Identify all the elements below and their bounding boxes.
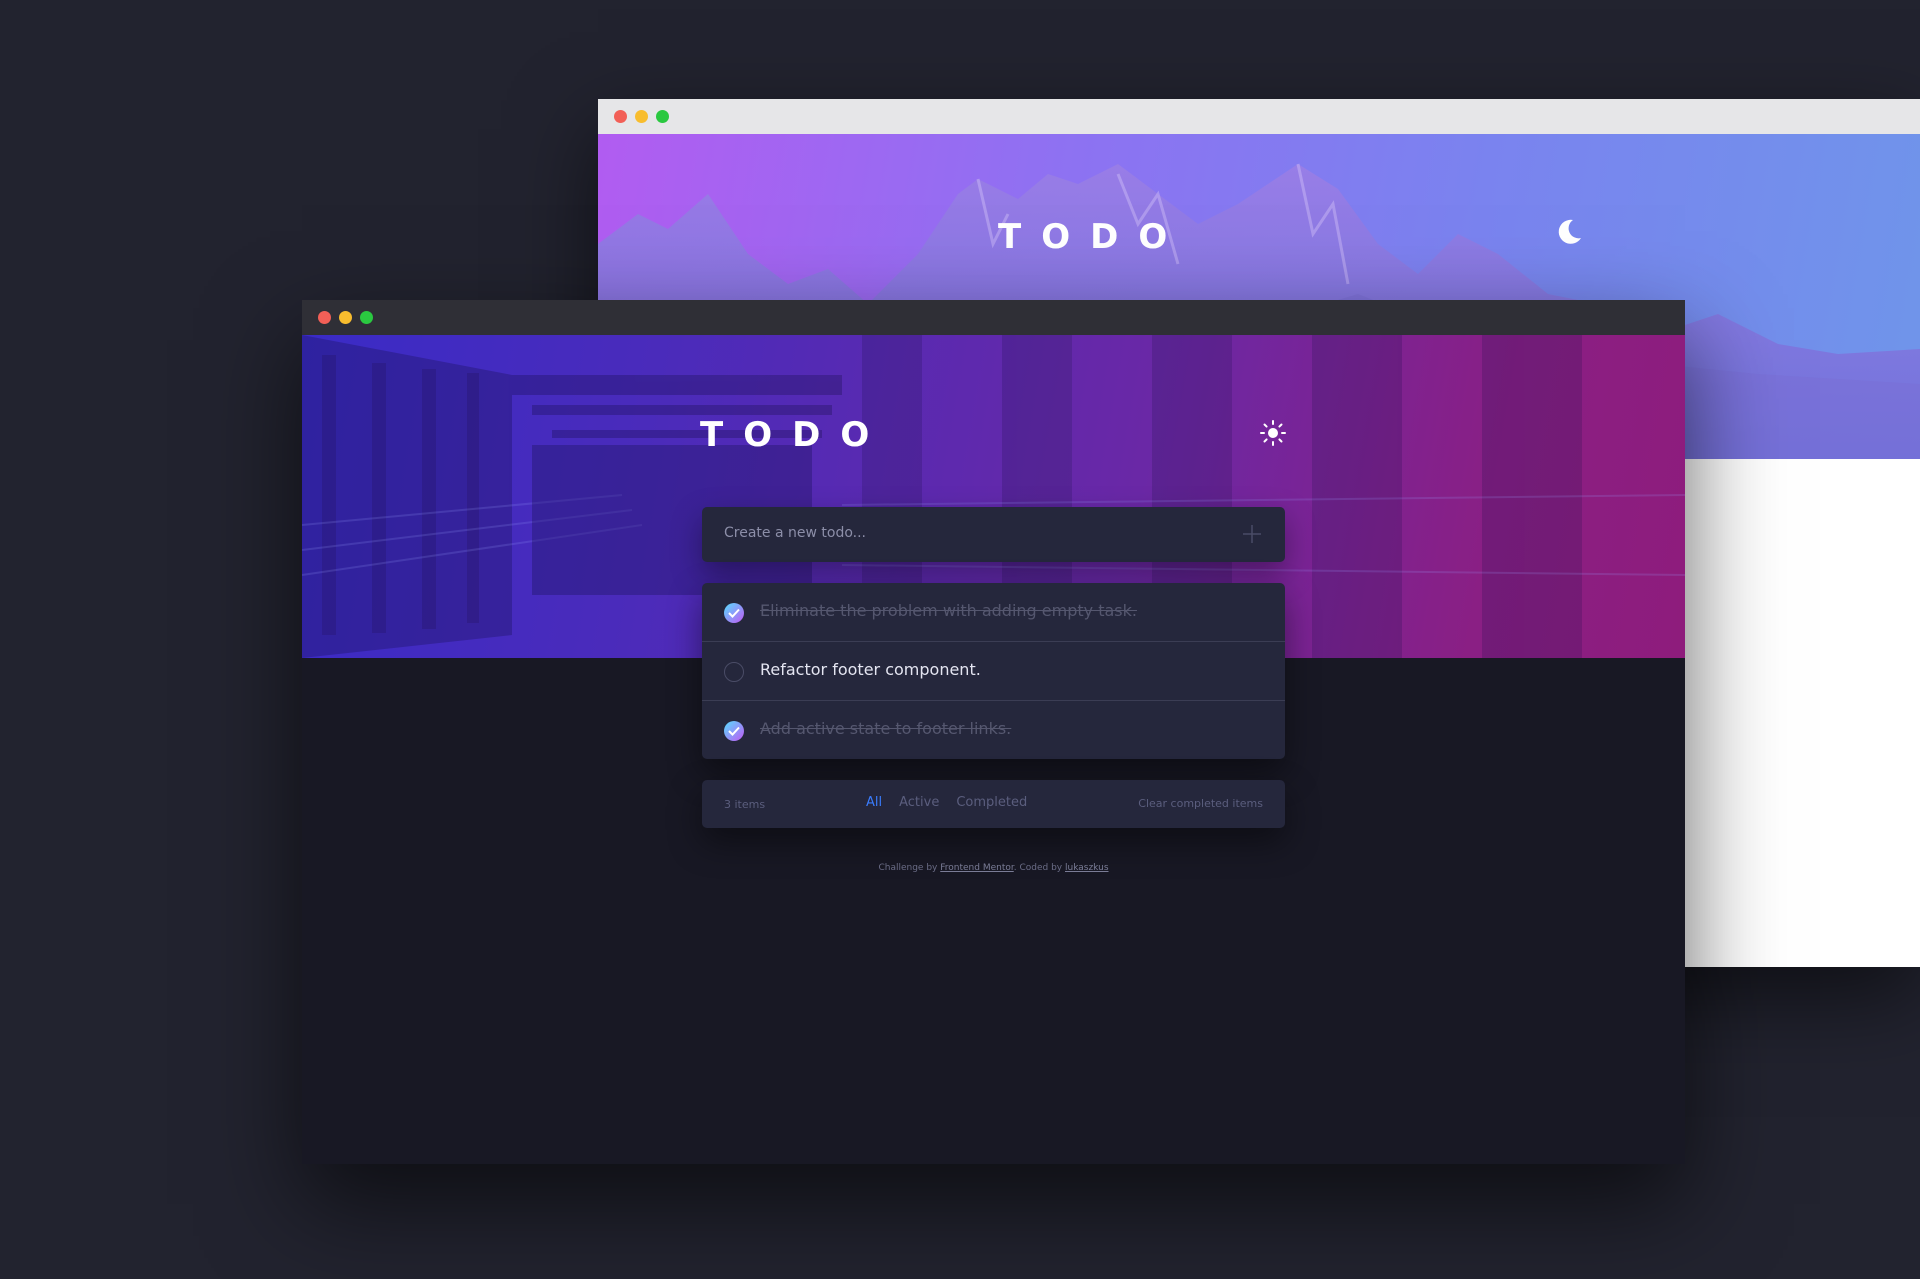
filter-completed[interactable]: Completed [956,795,1027,810]
window-controls [318,311,373,324]
todo-text[interactable]: Refactor footer component. [760,660,981,679]
close-window-button[interactable] [614,110,627,123]
window-titlebar [302,300,1685,335]
close-window-button[interactable] [318,311,331,324]
frontend-mentor-link[interactable]: Frontend Mentor [940,863,1014,873]
filter-active[interactable]: Active [899,795,939,810]
items-left-count: 3 items [724,798,766,811]
clear-completed-button[interactable]: Clear completed items [1138,797,1263,810]
sun-icon[interactable] [1259,419,1287,447]
moon-icon[interactable] [1553,216,1585,248]
todo-list: Eliminate the problem with adding empty … [702,583,1285,759]
todo-item[interactable]: Refactor footer component. [702,642,1285,701]
create-todo-input[interactable]: Create a new todo... [702,507,1285,562]
filter-all[interactable]: All [866,795,882,810]
todo-footer: 3 items All Active Completed Clear compl… [702,780,1285,828]
window-titlebar [598,99,1920,134]
todo-text[interactable]: Add active state to footer links. [760,719,1011,738]
check-icon [728,608,740,618]
todo-checkbox[interactable] [724,662,744,682]
app-title: TODO [700,415,890,455]
app-title: TODO [998,217,1188,257]
attribution: Challenge by Frontend Mentor. Coded by l… [702,863,1285,873]
check-icon [728,726,740,736]
todo-item[interactable]: Eliminate the problem with adding empty … [702,583,1285,642]
minimize-window-button[interactable] [339,311,352,324]
dark-theme-window: TODO Create a new todo... Eliminate the … [302,300,1685,1164]
filter-tabs: All Active Completed [866,795,1027,810]
todo-checkbox-checked[interactable] [724,721,744,741]
plus-icon[interactable] [1241,523,1263,545]
todo-text[interactable]: Eliminate the problem with adding empty … [760,601,1137,620]
attribution-prefix: Challenge by [878,863,938,873]
maximize-window-button[interactable] [360,311,373,324]
window-controls [614,110,669,123]
author-link[interactable]: lukaszkus [1065,863,1109,873]
minimize-window-button[interactable] [635,110,648,123]
maximize-window-button[interactable] [656,110,669,123]
attribution-middle: . Coded by [1013,863,1063,873]
todo-item[interactable]: Add active state to footer links. [702,701,1285,760]
create-todo-placeholder[interactable]: Create a new todo... [724,525,866,541]
todo-checkbox-checked[interactable] [724,603,744,623]
